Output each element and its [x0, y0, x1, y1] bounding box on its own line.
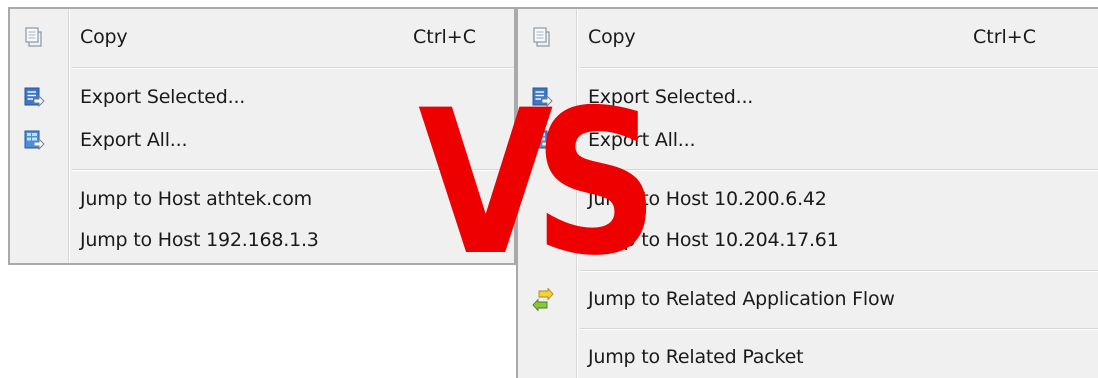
menu-item-label: Export Selected... — [588, 86, 754, 108]
menu-item-label: Jump to Related Packet — [588, 346, 804, 368]
menu-item-export-selected[interactable]: Export Selected... — [518, 77, 1098, 117]
copy-icon — [23, 26, 45, 48]
menu-item-copy[interactable]: Copy Ctrl+C — [10, 17, 514, 57]
menu-item-jump-related-packet[interactable]: Jump to Related Packet — [518, 337, 1098, 377]
menu-item-label: Export All... — [80, 129, 188, 151]
menu-item-jump-host-2[interactable]: Jump to Host 10.204.17.61 — [518, 220, 1098, 260]
menu-item-label: Export All... — [588, 129, 696, 151]
flow-arrows-icon — [531, 287, 554, 312]
menu-separator — [72, 67, 514, 68]
export-all-icon — [23, 129, 45, 151]
copy-icon — [531, 26, 553, 48]
menu-item-label: Jump to Related Application Flow — [588, 288, 895, 310]
menu-item-label: Export Selected... — [80, 86, 246, 108]
menu-separator — [580, 169, 1098, 170]
export-all-icon — [531, 129, 553, 151]
shortcut-text: Ctrl+C — [973, 26, 1036, 48]
shortcut-text: Ctrl+C — [413, 26, 476, 48]
menu-separator — [580, 328, 1098, 329]
menu-item-label: Jump to Host 10.200.6.42 — [588, 188, 827, 210]
export-selected-icon — [531, 86, 553, 108]
menu-item-jump-host-1[interactable]: Jump to Host 10.200.6.42 — [518, 179, 1098, 219]
menu-item-export-all[interactable]: Export All... — [518, 120, 1098, 160]
menu-item-label: Copy — [588, 26, 636, 48]
right-context-menu: Copy Ctrl+C Export Selected... Export Al… — [516, 7, 1098, 378]
menu-item-export-all[interactable]: Export All... — [10, 120, 514, 160]
export-selected-icon — [23, 86, 45, 108]
menu-item-jump-host-2[interactable]: Jump to Host 192.168.1.3 — [10, 220, 514, 260]
menu-item-label: Jump to Host athtek.com — [80, 188, 312, 210]
menu-item-copy[interactable]: Copy Ctrl+C — [518, 17, 1098, 57]
menu-separator — [580, 67, 1098, 68]
menu-separator — [72, 169, 514, 170]
comparison-stage: Copy Ctrl+C Export Selected... Export Al… — [0, 0, 1098, 378]
menu-item-jump-related-flow[interactable]: Jump to Related Application Flow — [518, 279, 1098, 319]
menu-item-label: Jump to Host 10.204.17.61 — [588, 229, 839, 251]
menu-item-label: Copy — [80, 26, 128, 48]
menu-item-export-selected[interactable]: Export Selected... — [10, 77, 514, 117]
menu-item-label: Jump to Host 192.168.1.3 — [80, 229, 319, 251]
menu-item-jump-host-1[interactable]: Jump to Host athtek.com — [10, 179, 514, 219]
left-context-menu: Copy Ctrl+C Export Selected... Export Al… — [8, 7, 516, 265]
menu-separator — [580, 270, 1098, 271]
